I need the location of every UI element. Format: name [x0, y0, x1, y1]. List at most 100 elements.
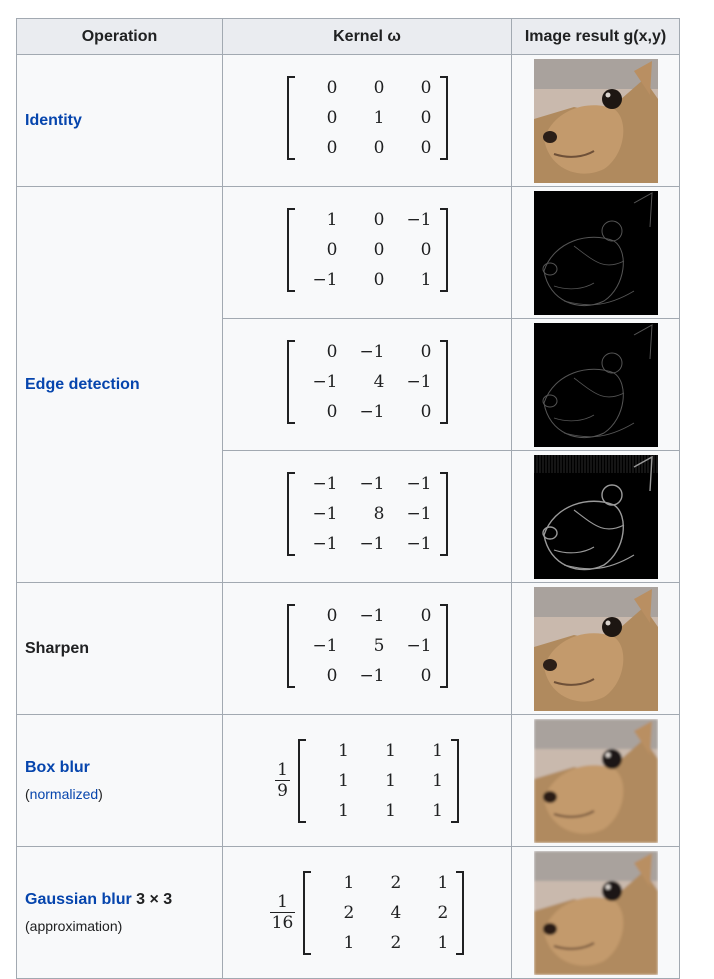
matrix-entry: −1 [406, 504, 432, 524]
squirrel-image[interactable] [533, 718, 658, 843]
matrix-entry: −1 [406, 534, 432, 554]
right-bracket [439, 208, 448, 292]
kernel-cell: −1 −1 −1 −1 8 −1 −1 −1 −1 [222, 450, 512, 583]
matrix-entry: −1 [406, 372, 432, 392]
matrix-entry: 1 [326, 210, 338, 230]
result-image-cell [511, 450, 680, 583]
right-bracket [439, 340, 448, 424]
matrix-entry: 1 [343, 932, 355, 953]
kernel-matrix: 1 0 −1 0 0 0 −1 0 1 [286, 208, 448, 292]
matrix-grid: 0 −1 0 −1 4 −1 0 −1 0 [297, 340, 438, 424]
left-bracket [303, 870, 312, 955]
gaussian-size: 3 × 3 [136, 891, 173, 908]
matrix-entry: 1 [437, 932, 449, 953]
matrix-entry: 4 [390, 902, 402, 923]
matrix-entry: 1 [420, 270, 432, 290]
matrix-entry: 4 [373, 372, 385, 392]
left-bracket [297, 738, 306, 823]
matrix-entry: 1 [343, 872, 355, 893]
edge-background [533, 454, 658, 579]
matrix-entry: 0 [420, 666, 432, 686]
matrix-entry: 0 [326, 606, 338, 626]
header-result: Image result g(x,y) [511, 18, 680, 55]
normalized-link[interactable]: normalized [30, 786, 98, 802]
squirrel-nose [542, 790, 557, 803]
matrix-entry: −1 [312, 504, 338, 524]
matrix-entry: 1 [385, 800, 396, 821]
matrix-entry: 0 [373, 210, 385, 230]
edge-image[interactable] [533, 322, 658, 447]
row-sharpen: Sharpen 0 −1 0 −1 5 −1 0 −1 0 [16, 582, 680, 715]
kernel-cell: 1 9 1 1 1 1 1 1 1 1 1 [222, 714, 512, 847]
gaussian-blur-link[interactable]: Gaussian blur [25, 891, 132, 908]
squirrel-photo [533, 58, 658, 183]
right-bracket [450, 738, 459, 823]
result-image-cell [511, 846, 680, 979]
squirrel-nose [542, 130, 557, 143]
operation-cell: Edge detection [16, 186, 223, 583]
matrix-entry: 0 [373, 240, 385, 260]
matrix-entry: −1 [359, 606, 385, 626]
squirrel-image[interactable] [533, 58, 658, 183]
matrix-entry: 2 [343, 902, 355, 923]
squirrel-photo [533, 586, 658, 711]
kernel-cell: 0 0 0 0 1 0 0 0 0 [222, 54, 512, 187]
matrix-entry: −1 [359, 474, 385, 494]
kernel-fraction: 1 16 [269, 892, 296, 933]
edge-background [533, 322, 658, 447]
matrix-entry: 0 [326, 108, 338, 128]
matrix-entry: −1 [359, 534, 385, 554]
matrix-entry: 2 [390, 872, 402, 893]
kernel-matrix: 1 1 1 1 1 1 1 1 1 [297, 738, 459, 823]
squirrel-image[interactable] [533, 586, 658, 711]
matrix-entry: −1 [359, 402, 385, 422]
squirrel-photo [533, 718, 658, 843]
matrix-entry: 0 [326, 402, 338, 422]
right-bracket [439, 472, 448, 556]
row-edge-1: Edge detection 1 0 −1 0 0 0 −1 0 1 [16, 186, 680, 583]
matrix-entry: 1 [385, 770, 396, 791]
matrix-entry: −1 [406, 636, 432, 656]
matrix-entry: 0 [326, 78, 338, 98]
kernel-fraction: 1 9 [275, 760, 290, 801]
matrix-entry: −1 [312, 636, 338, 656]
edge-image[interactable] [533, 190, 658, 315]
fraction-numerator: 1 [277, 892, 288, 912]
sharpen-label: Sharpen [25, 639, 90, 657]
squirrel-nose [542, 922, 557, 935]
matrix-entry: 1 [437, 872, 449, 893]
box-blur-link[interactable]: Box blur [25, 759, 90, 776]
header-kernel: Kernel ω [222, 18, 512, 55]
matrix-entry: −1 [312, 372, 338, 392]
matrix-grid: 1 2 1 2 4 2 1 2 1 [313, 871, 454, 955]
result-image-cell [511, 54, 680, 187]
kernel-cell: 0 −1 0 −1 5 −1 0 −1 0 [222, 582, 512, 715]
matrix-entry: 0 [420, 342, 432, 362]
kernel-table: Operation Kernel ω Image result g(x,y) I… [16, 18, 680, 979]
right-bracket [456, 870, 465, 955]
gaussian-note: (approximation) [25, 918, 123, 934]
identity-link[interactable]: Identity [25, 112, 82, 129]
kernel-expression: 1 9 1 1 1 1 1 1 1 1 1 [275, 738, 459, 823]
result-image-cell [511, 318, 680, 451]
edge-image[interactable] [533, 454, 658, 579]
fraction-denominator: 9 [275, 780, 290, 801]
row-box-blur: Box blur (normalized) 1 9 1 1 1 1 1 1 1 1 1 [16, 714, 680, 847]
edge-detection-link[interactable]: Edge detection [25, 376, 140, 393]
left-bracket [286, 340, 295, 424]
right-bracket [439, 604, 448, 688]
kernel-matrix: 0 0 0 0 1 0 0 0 0 [286, 76, 448, 160]
squirrel-eye [601, 88, 622, 109]
edge-background [533, 190, 658, 315]
matrix-entry: 0 [420, 606, 432, 626]
squirrel-image[interactable] [533, 850, 658, 975]
matrix-grid: 1 0 −1 0 0 0 −1 0 1 [297, 208, 438, 292]
matrix-entry: 0 [420, 240, 432, 260]
kernel-matrix: 0 −1 0 −1 5 −1 0 −1 0 [286, 604, 448, 688]
header-operation: Operation [16, 18, 223, 55]
kernel-cell: 1 0 −1 0 0 0 −1 0 1 [222, 186, 512, 319]
kernel-cell: 1 16 1 2 1 2 4 2 1 2 1 [222, 846, 512, 979]
matrix-entry: 1 [338, 740, 349, 761]
matrix-entry: 5 [373, 636, 385, 656]
matrix-entry: 0 [420, 108, 432, 128]
